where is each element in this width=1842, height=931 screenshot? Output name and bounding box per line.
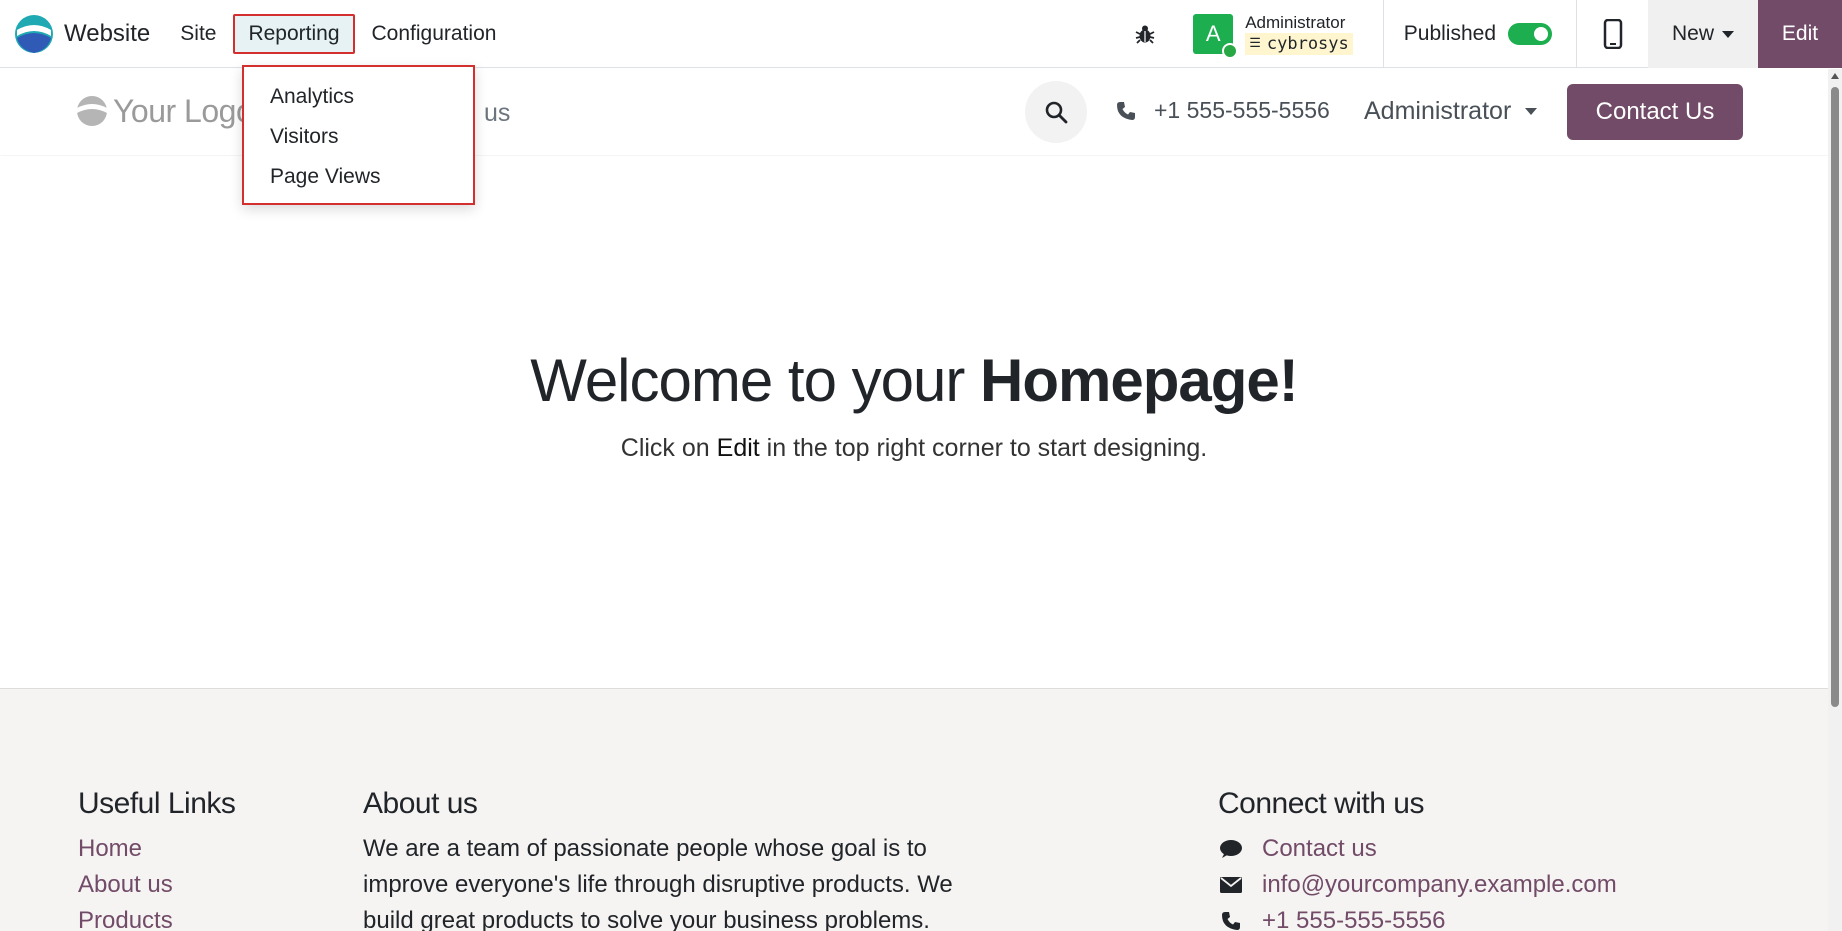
dropdown-item-page-views[interactable]: Page Views <box>244 157 473 197</box>
site-user-menu[interactable]: Administrator <box>1364 97 1538 126</box>
connect-phone[interactable]: +1 555-555-5556 <box>1218 903 1617 931</box>
site-logo[interactable]: Your Logo <box>76 91 254 131</box>
caret-down-icon <box>1525 108 1538 115</box>
menu-configuration[interactable]: Configuration <box>358 14 511 54</box>
published-label: Published <box>1403 22 1496 45</box>
connect-heading: Connect with us <box>1218 787 1424 820</box>
comment-icon <box>1218 839 1244 859</box>
online-status-dot <box>1222 43 1239 59</box>
published-toggle[interactable] <box>1508 23 1552 45</box>
hero-section: Welcome to your Homepage! Click on Edit … <box>0 156 1828 688</box>
hero-subtitle-suffix: in the top right corner to start designi… <box>759 434 1208 462</box>
hero-title: Welcome to your Homepage! <box>0 346 1828 415</box>
search-button[interactable] <box>1025 81 1087 143</box>
menu-reporting[interactable]: Reporting <box>233 13 355 54</box>
mobile-preview-button[interactable] <box>1576 0 1648 68</box>
envelope-icon <box>1218 876 1244 894</box>
useful-links-heading: Useful Links <box>78 787 236 820</box>
connect-contact-link: Contact us <box>1262 835 1377 862</box>
user-info: Administrator ☰ cybrosys <box>1245 13 1353 55</box>
footer-link-products[interactable]: Products <box>78 903 235 931</box>
avatar: A <box>1193 14 1239 59</box>
hero-subtitle-prefix: Click on <box>620 434 717 462</box>
connect-phone-link: +1 555-555-5556 <box>1262 907 1446 931</box>
toggle-knob <box>1534 27 1548 41</box>
avatar-letter: A <box>1205 21 1221 46</box>
page-scrollbar[interactable] <box>1828 69 1842 931</box>
website-app-icon <box>15 14 53 53</box>
top-bar-right: A Administrator ☰ cybrosys Published New… <box>1115 0 1842 68</box>
top-menu: Site Reporting Configuration <box>166 0 510 68</box>
connect-email-link: info@yourcompany.example.com <box>1262 871 1617 898</box>
debug-button[interactable] <box>1115 0 1175 68</box>
hero-title-suffix: ! <box>1278 347 1299 414</box>
user-name: Administrator <box>1245 13 1346 32</box>
phone-number: +1 555-555-5556 <box>1154 97 1330 123</box>
connect-contact[interactable]: Contact us <box>1218 831 1617 867</box>
search-icon <box>1045 101 1068 124</box>
database-name: cybrosys <box>1266 34 1349 54</box>
caret-down-icon <box>1722 30 1734 38</box>
database-icon: ☰ <box>1249 36 1261 51</box>
reporting-dropdown: Analytics Visitors Page Views <box>242 65 475 205</box>
scroll-up-arrow-icon[interactable] <box>1831 73 1839 79</box>
about-line-1: We are a team of passionate people whose… <box>363 835 927 862</box>
footer-connect: Connect with us Contact us info@yourcomp… <box>1218 787 1617 931</box>
publish-toggle-group: Published <box>1384 0 1576 68</box>
site-footer: Useful Links Home About us Products Abou… <box>0 688 1828 931</box>
mobile-icon <box>1603 19 1622 49</box>
header-phone[interactable]: +1 555-555-5556 <box>1116 97 1330 124</box>
hero-subtitle-bold: Edit <box>716 434 760 462</box>
database-badge: ☰ cybrosys <box>1245 33 1353 55</box>
phone-icon <box>1117 101 1135 120</box>
edit-button[interactable]: Edit <box>1758 0 1842 68</box>
about-line-2: improve everyone's life through disrupti… <box>363 871 953 898</box>
footer-link-about-us[interactable]: About us <box>78 867 235 903</box>
about-line-3: build great products to solve your busin… <box>363 907 930 931</box>
dropdown-item-visitors[interactable]: Visitors <box>244 117 473 157</box>
footer-useful-links: Useful Links Home About us Products <box>78 787 236 931</box>
new-button[interactable]: New <box>1648 0 1758 68</box>
app-name: Website <box>64 19 151 47</box>
footer-about: About us We are a team of passionate peo… <box>363 787 1013 931</box>
hero-title-bold: Homepage <box>980 347 1280 414</box>
scrollbar-thumb[interactable] <box>1831 87 1839 707</box>
contact-us-button[interactable]: Contact Us <box>1567 84 1743 140</box>
user-menu[interactable]: A Administrator ☰ cybrosys <box>1175 0 1383 68</box>
hero-subtitle: Click on Edit in the top right corner to… <box>0 434 1828 463</box>
site-user-name: Administrator <box>1364 97 1512 125</box>
app-brand[interactable]: Website <box>14 0 150 68</box>
odoo-top-bar: Website Site Reporting Configuration A A… <box>0 0 1842 68</box>
footer-link-home[interactable]: Home <box>78 831 235 867</box>
hero-title-prefix: Welcome to your <box>530 347 980 414</box>
connect-email[interactable]: info@yourcompany.example.com <box>1218 867 1617 903</box>
bug-icon <box>1135 25 1155 44</box>
about-heading: About us <box>363 787 478 820</box>
phone-icon <box>1218 911 1244 931</box>
logo-text: Your Logo <box>113 92 254 129</box>
logo-icon <box>77 96 107 126</box>
dropdown-item-analytics[interactable]: Analytics <box>244 77 473 117</box>
new-label: New <box>1671 22 1714 45</box>
menu-site[interactable]: Site <box>166 14 230 54</box>
nav-link-about-us[interactable]: us <box>484 99 510 128</box>
